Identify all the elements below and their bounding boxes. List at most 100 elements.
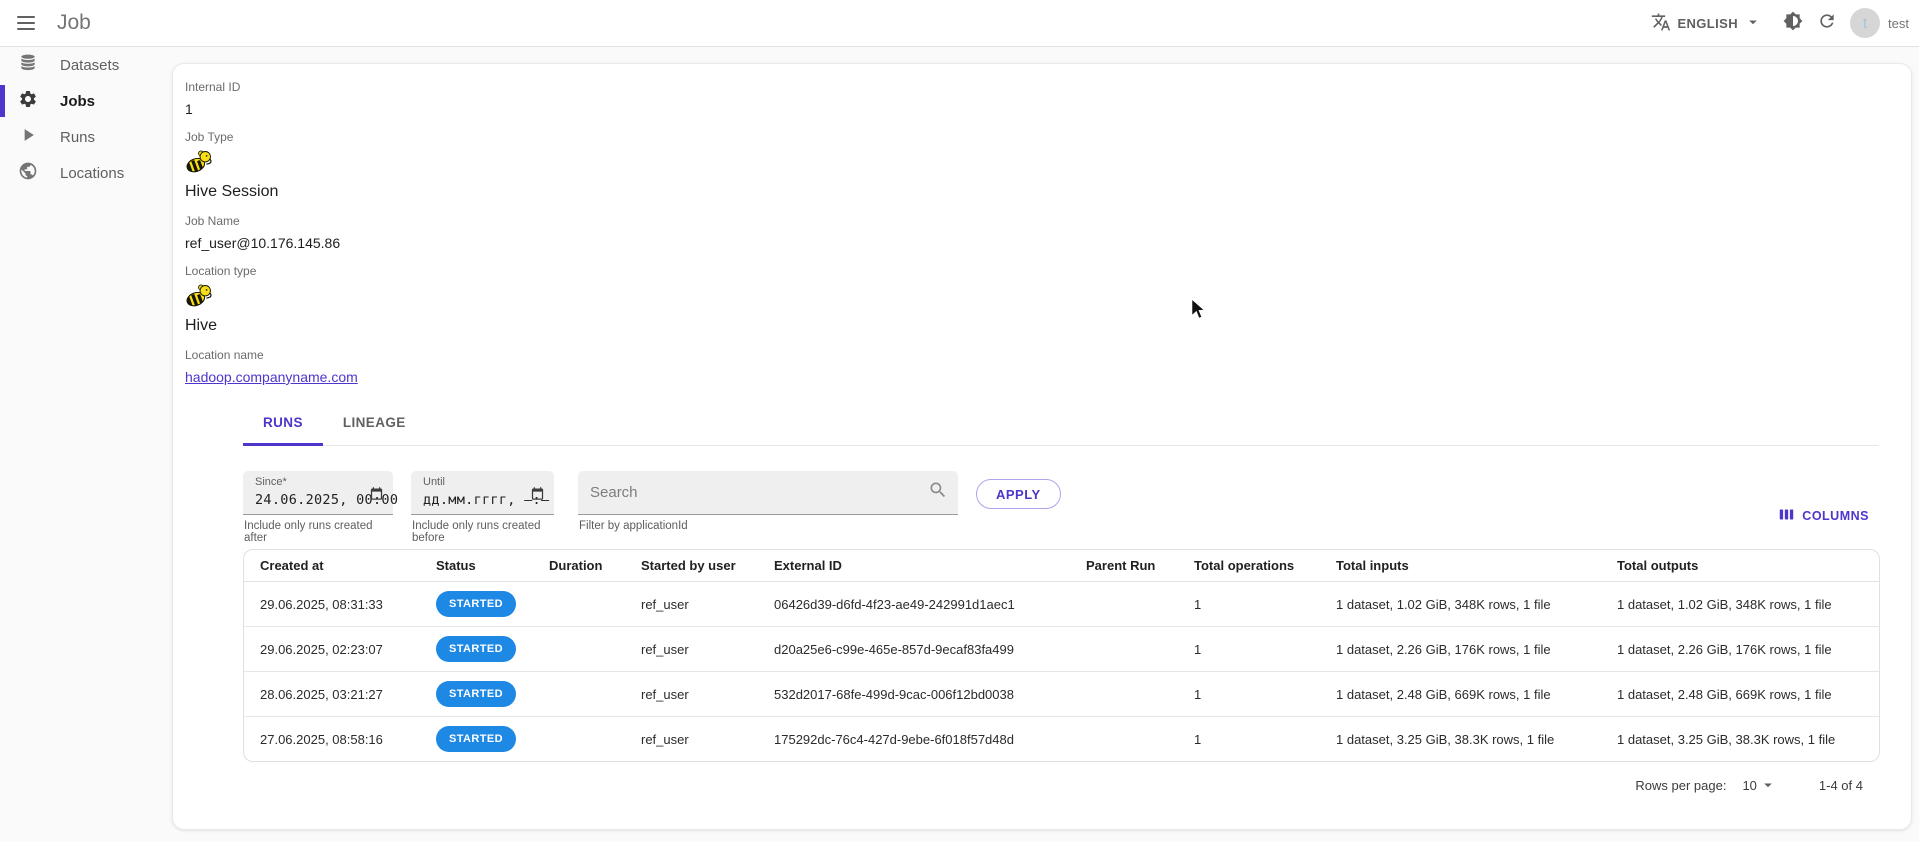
refresh-button[interactable]	[1810, 6, 1844, 40]
table-row[interactable]: 27.06.2025, 08:58:16 STARTED ref_user 17…	[244, 717, 1879, 762]
since-datetime-input[interactable]: Since* 24.06.2025, 00:00	[243, 471, 399, 515]
pagination: Rows per page: 10 1-4 of 4	[1635, 776, 1863, 794]
chevron-down-icon	[1744, 13, 1762, 34]
calendar-icon[interactable]	[530, 486, 545, 506]
status-badge: STARTED	[436, 681, 516, 707]
avatar: t	[1850, 8, 1881, 38]
rows-per-page-select[interactable]: 10	[1742, 776, 1776, 794]
menu-icon[interactable]	[17, 11, 41, 35]
apply-button[interactable]: APPLY	[976, 479, 1061, 509]
col-status: Status	[420, 550, 533, 582]
run-parent-run	[1070, 717, 1178, 762]
sidebar: Datasets Jobs Runs Locations	[0, 47, 172, 191]
sidebar-item-label: Locations	[60, 164, 125, 182]
run-total-outputs: 1 dataset, 2.48 GiB, 669K rows, 1 file	[1601, 671, 1879, 717]
brightness-icon	[1783, 11, 1803, 36]
table-header-row: Created at Status Duration Started by us…	[244, 550, 1879, 582]
status-badge: STARTED	[436, 636, 516, 662]
caret-down-icon	[1759, 776, 1777, 794]
tab-runs[interactable]: RUNS	[243, 399, 323, 446]
run-parent-run	[1070, 581, 1178, 627]
since-field-group: Since* 24.06.2025, 00:00 Include only ru…	[243, 471, 399, 544]
run-status-cell: STARTED	[420, 717, 533, 762]
search-input-wrap	[578, 471, 958, 515]
tab-lineage[interactable]: LINEAGE	[323, 399, 426, 445]
run-total-outputs: 1 dataset, 1.02 GiB, 348K rows, 1 file	[1601, 581, 1879, 627]
calendar-icon[interactable]	[369, 486, 384, 506]
sidebar-item-locations[interactable]: Locations	[0, 155, 172, 191]
sidebar-item-jobs[interactable]: Jobs	[0, 83, 172, 119]
run-created-at: 28.06.2025, 03:21:27	[244, 671, 420, 717]
col-created-at: Created at	[244, 550, 420, 582]
active-indicator	[0, 85, 5, 117]
columns-button[interactable]: COLUMNS	[1778, 506, 1869, 526]
run-duration	[533, 581, 625, 627]
internal-id-label: Internal ID	[185, 80, 241, 94]
run-total-operations: 1	[1178, 581, 1320, 627]
hive-logo-icon	[185, 283, 358, 313]
until-datetime-input[interactable]: Until дд.мм.гггг, –:–	[411, 471, 554, 515]
internal-id-value: 1	[185, 101, 193, 117]
until-placeholder: дд.мм.гггг, –:–	[423, 492, 550, 508]
run-started-by-user: ref_user	[625, 581, 758, 627]
tab-bar: RUNS LINEAGE	[243, 399, 1879, 446]
runs-filters: Since* 24.06.2025, 00:00 Include only ru…	[243, 471, 1061, 544]
table-row[interactable]: 29.06.2025, 02:23:07 STARTED ref_user d2…	[244, 626, 1879, 672]
job-detail-card: Internal ID 1 Job Type Hive Session Job …	[172, 63, 1912, 830]
hive-logo-icon	[185, 149, 358, 179]
location-type-value: Hive	[185, 317, 218, 334]
rows-per-page-value: 10	[1742, 777, 1757, 793]
page-title: Job	[57, 11, 91, 34]
run-duration	[533, 626, 625, 672]
translate-icon	[1651, 12, 1671, 35]
user-menu[interactable]: t test	[1850, 8, 1909, 38]
run-created-at: 29.06.2025, 02:23:07	[244, 626, 420, 672]
run-external-id: 175292dc-76c4-427d-9ebe-6f018f57d48d	[774, 731, 1014, 747]
location-type-label: Location type	[185, 264, 257, 278]
runs-table: Created at Status Duration Started by us…	[243, 549, 1880, 762]
run-total-outputs: 1 dataset, 3.25 GiB, 38.3K rows, 1 file	[1617, 731, 1836, 747]
refresh-icon	[1817, 11, 1837, 36]
job-type-label: Job Type	[185, 130, 234, 144]
runs-table-body: 29.06.2025, 08:31:33 STARTED ref_user 06…	[244, 581, 1879, 762]
pagination-range: 1-4 of 4	[1818, 777, 1863, 793]
col-total-operations: Total operations	[1178, 550, 1320, 582]
sidebar-item-label: Datasets	[60, 56, 120, 74]
table-row[interactable]: 29.06.2025, 08:31:33 STARTED ref_user 06…	[244, 581, 1879, 627]
run-duration	[533, 717, 625, 762]
gear-icon	[18, 89, 38, 113]
globe-icon	[18, 161, 38, 185]
run-total-operations: 1	[1194, 731, 1202, 747]
run-duration	[533, 671, 625, 717]
run-external-id: d20a25e6-c99e-465e-857d-9ecaf83fa499	[758, 626, 1070, 672]
sidebar-item-label: Runs	[60, 128, 96, 146]
run-status-cell: STARTED	[420, 626, 533, 672]
run-started-by-user: ref_user	[641, 731, 689, 747]
run-created-at: 29.06.2025, 08:31:33	[244, 581, 420, 627]
run-status-cell: STARTED	[420, 581, 533, 627]
run-total-outputs: 1 dataset, 2.26 GiB, 176K rows, 1 file	[1601, 626, 1879, 672]
until-field-group: Until дд.мм.гггг, –:– Include only runs …	[411, 471, 554, 544]
since-helper: Include only runs created after	[244, 520, 373, 544]
location-name-link[interactable]: hadoop.companyname.com	[185, 369, 358, 385]
col-duration: Duration	[533, 550, 625, 582]
col-total-outputs: Total outputs	[1601, 550, 1879, 582]
run-total-inputs: 1 dataset, 1.02 GiB, 348K rows, 1 file	[1320, 581, 1601, 627]
run-total-operations: 1	[1178, 626, 1320, 672]
columns-label: COLUMNS	[1802, 509, 1869, 523]
status-badge: STARTED	[436, 726, 516, 752]
database-icon	[18, 53, 38, 77]
sidebar-item-runs[interactable]: Runs	[0, 119, 172, 155]
run-parent-run	[1070, 671, 1178, 717]
language-selector[interactable]: ENGLISH	[1651, 12, 1762, 35]
since-value: 24.06.2025, 00:00	[255, 492, 399, 508]
theme-toggle-button[interactable]	[1776, 6, 1810, 40]
search-icon	[928, 480, 948, 505]
table-row[interactable]: 28.06.2025, 03:21:27 STARTED ref_user 53…	[244, 671, 1879, 717]
job-name-value: ref_user@10.176.145.86	[185, 235, 341, 251]
sidebar-item-datasets[interactable]: Datasets	[0, 47, 172, 83]
run-started-by-user: ref_user	[625, 626, 758, 672]
search-input[interactable]	[590, 484, 928, 501]
status-badge: STARTED	[436, 591, 516, 617]
col-external-id: External ID	[758, 550, 1070, 582]
